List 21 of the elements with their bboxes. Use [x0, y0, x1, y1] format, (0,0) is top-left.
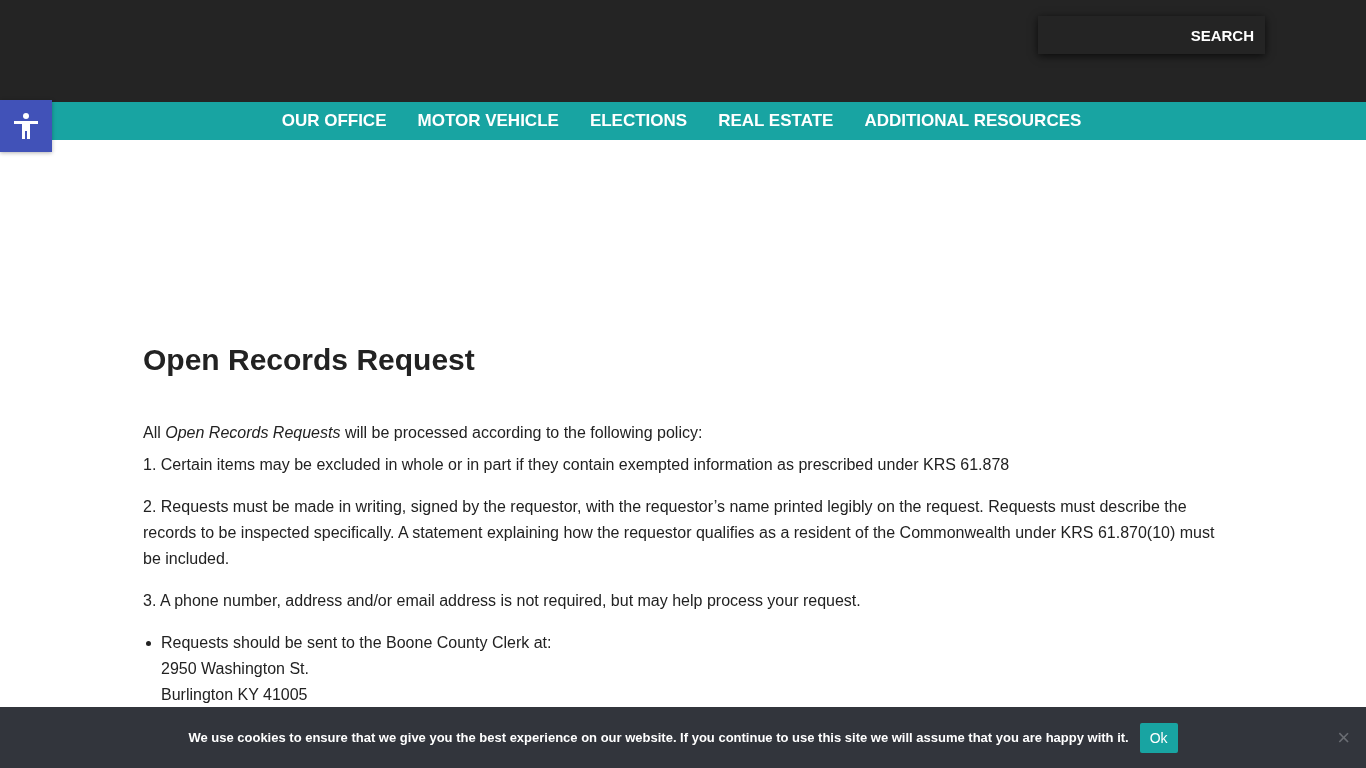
accessibility-icon: [11, 111, 41, 141]
nav-link[interactable]: ADDITIONAL RESOURCES: [864, 111, 1082, 131]
address-line: Requests should be sent to the Boone County Clerk at:: [161, 633, 552, 653]
cookie-message: We use cookies to ensure that we give you the best experience on our website. If you continue to use this site we will assume that you are happy with it.: [188, 730, 1129, 745]
nav-link[interactable]: MOTOR VEHICLE: [417, 111, 559, 131]
accessibility-button[interactable]: [0, 100, 52, 152]
policy-paragraph: 3. A phone number, address and/or email address is not required, but may help process your request.: [143, 591, 862, 611]
close-button[interactable]: ×: [1337, 725, 1350, 751]
ok-button[interactable]: Ok: [1139, 722, 1178, 753]
intro-text: All Open Records Requests will be processed according to the following policy:: [143, 423, 704, 443]
address-line: 2950 Washington St.: [161, 659, 310, 679]
nav-link[interactable]: ELECTIONS: [589, 111, 688, 131]
policy-paragraph: 2. Requests must be made in writing, signed by the requestor, with the requestor’s name printed legibly on the request. Requests must describe the records to be inspected specifically. A statement explaining how the requestor qualifies as a resident of the Commonwealth under KRS 61.870(10) must be included.: [143, 497, 1216, 569]
policy-paragraph: 1. Certain items may be excluded in whole or in part if they contain exempted information as prescribed under KRS 61.878: [143, 455, 1011, 475]
address-line: Burlington KY 41005: [161, 685, 309, 705]
nav-link[interactable]: REAL ESTATE: [718, 111, 834, 131]
search-button[interactable]: SEARCH: [1190, 26, 1265, 44]
bullet-icon: [146, 641, 151, 646]
search-field[interactable]: SEARCH: [1038, 16, 1265, 54]
page-title: Open Records Request: [143, 342, 476, 378]
nav-link[interactable]: OUR OFFICE: [281, 111, 387, 131]
